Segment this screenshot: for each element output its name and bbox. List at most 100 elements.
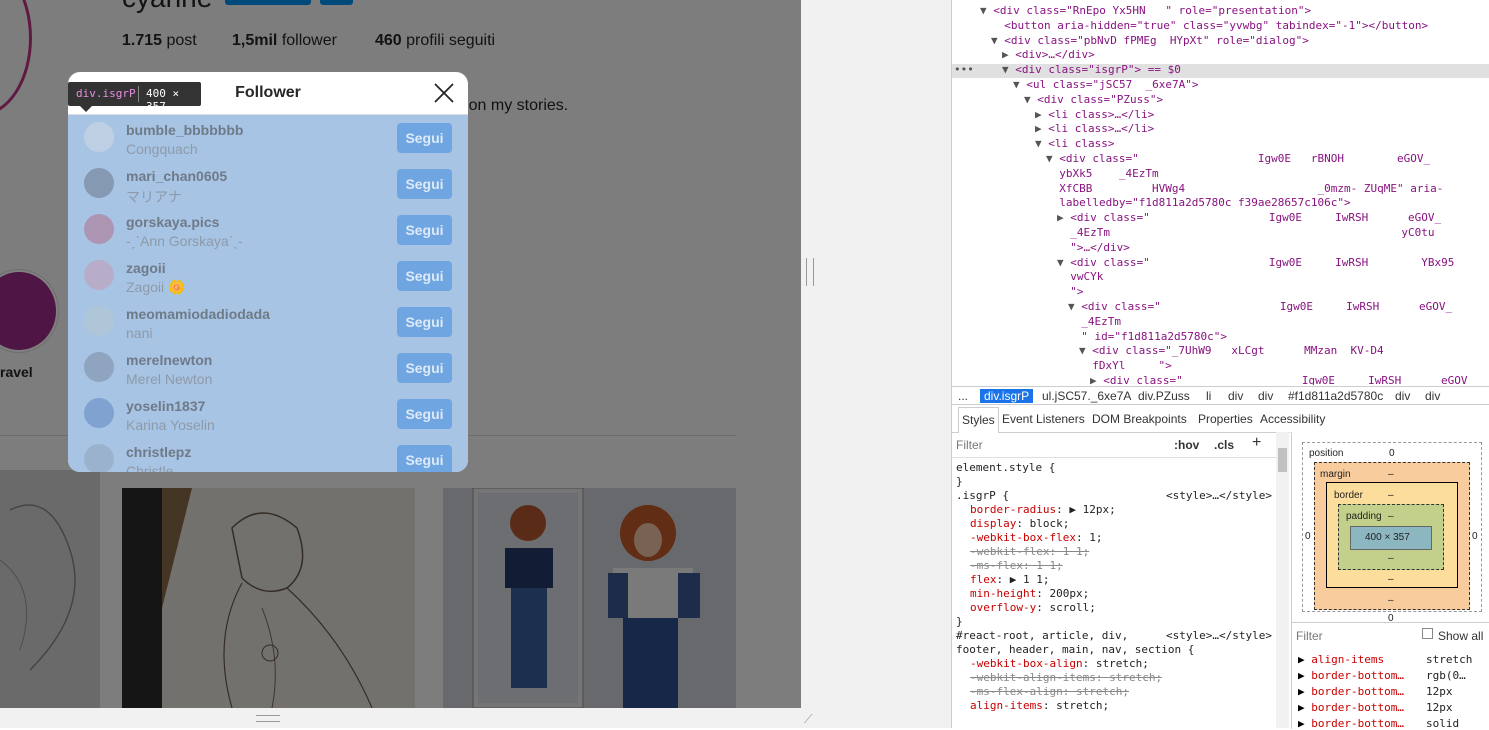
css-property-value[interactable]: stretch;: [1056, 699, 1109, 712]
dom-node-line[interactable]: fDxYl ">: [1079, 359, 1171, 373]
follow-button[interactable]: Segui: [397, 307, 452, 337]
css-property-name[interactable]: flex: [970, 573, 997, 586]
expanded-triangle-icon[interactable]: ▼: [1002, 63, 1015, 76]
computed-property[interactable]: ▶ border-bottom… rgb(0…: [1298, 669, 1466, 682]
breadcrumb-item[interactable]: ul.jSC57._6xe7A: [1042, 389, 1131, 403]
breadcrumb-item[interactable]: #f1d811a2d5780c: [1288, 389, 1383, 403]
breadcrumb-item[interactable]: div.isgrP: [980, 389, 1034, 403]
css-property-value[interactable]: 200px;: [1049, 587, 1089, 600]
expanded-triangle-icon[interactable]: ▼: [1035, 137, 1048, 150]
tab-dom-breakpoints[interactable]: DOM Breakpoints: [1092, 412, 1187, 426]
close-icon[interactable]: [432, 81, 456, 105]
css-property-name[interactable]: -webkit-box-align: [970, 657, 1083, 670]
follower-username[interactable]: christlepz: [126, 444, 191, 460]
avatar[interactable]: [84, 352, 114, 382]
styles-scrollbar[interactable]: [1276, 432, 1289, 728]
css-property-value[interactable]: 1 1;: [1063, 545, 1090, 558]
follower-row[interactable]: gorskaya.pics -ˏˋAnn Gorskayaˊˎ- Segui: [68, 207, 468, 253]
hov-toggle[interactable]: :hov: [1174, 438, 1199, 452]
dom-node-line[interactable]: labelledby="f1d811a2d5780c f39ae28657c10…: [1046, 196, 1350, 210]
dom-node-line[interactable]: ▶ <li class>…</li>: [1035, 108, 1154, 122]
css-property-name[interactable]: -webkit-align-items: [970, 671, 1096, 684]
avatar[interactable]: [84, 444, 114, 472]
follower-row[interactable]: merelnewton Merel Newton Segui: [68, 345, 468, 391]
computed-property[interactable]: ▶ align-items stretch: [1298, 653, 1472, 666]
expanded-triangle-icon[interactable]: ▼: [1068, 300, 1081, 313]
css-property-value[interactable]: 1;: [1089, 531, 1102, 544]
breadcrumb-item[interactable]: ...: [958, 389, 968, 403]
css-property-name[interactable]: -webkit-box-flex: [970, 531, 1076, 544]
expanded-triangle-icon[interactable]: ▼: [1024, 93, 1037, 106]
follower-row[interactable]: christlepz Christle Segui: [68, 437, 468, 472]
follower-row[interactable]: bumble_bbbbbbb Congquach Segui: [68, 115, 468, 161]
collapsed-triangle-icon[interactable]: ▶: [1057, 211, 1070, 224]
breadcrumb-item[interactable]: div.PZuss: [1138, 389, 1190, 403]
css-property-name[interactable]: -webkit-flex: [970, 545, 1049, 558]
node-ellipsis-icon[interactable]: •••: [954, 63, 974, 77]
cls-toggle[interactable]: .cls: [1214, 438, 1234, 452]
horizontal-resize-handle[interactable]: [806, 258, 814, 286]
dom-node-line[interactable]: ▼ <div class=" Igw0E rBNOH eGOV_: [1046, 152, 1430, 166]
collapsed-triangle-icon[interactable]: ▶: [1035, 122, 1048, 135]
css-property-value[interactable]: block;: [1030, 517, 1070, 530]
dom-node-line[interactable]: ▼ <div class="pbNvD fPMEg HYpXt" role="d…: [991, 34, 1309, 48]
css-property-name[interactable]: border-radius: [970, 503, 1056, 516]
expanded-triangle-icon[interactable]: ▼: [991, 34, 1004, 47]
dom-node-line[interactable]: ">: [1057, 285, 1083, 299]
show-all-checkbox[interactable]: [1422, 628, 1433, 639]
dom-node-line[interactable]: ▶ <div>…</div>: [1002, 48, 1095, 62]
dom-node-line[interactable]: ▼ <div class="RnEpo Yx5HN " role="presen…: [980, 4, 1311, 18]
css-property-name[interactable]: display: [970, 517, 1016, 530]
follower-row[interactable]: zagoii Zagoii 🌼 Segui: [68, 253, 468, 299]
expanded-triangle-icon[interactable]: ▼: [1046, 152, 1059, 165]
expanded-triangle-icon[interactable]: ▼: [1013, 78, 1026, 91]
follower-list[interactable]: bumble_bbbbbbb Congquach Segui mari_chan060…: [68, 115, 468, 472]
follow-button[interactable]: Segui: [397, 353, 452, 383]
follow-button[interactable]: Segui: [397, 215, 452, 245]
follower-username[interactable]: bumble_bbbbbbb: [126, 122, 243, 138]
follower-row[interactable]: meomamiodadiodada nani Segui: [68, 299, 468, 345]
expand-triangle-icon[interactable]: ▶: [1298, 669, 1311, 682]
avatar[interactable]: [84, 122, 114, 152]
tab-event-listeners[interactable]: Event Listeners: [1002, 412, 1085, 426]
avatar[interactable]: [84, 306, 114, 336]
follower-row[interactable]: yoselin1837 Karina Yoselin Segui: [68, 391, 468, 437]
css-property-value[interactable]: ▶ 12px;: [1069, 503, 1115, 516]
dom-node-line[interactable]: ▼ <div class=" Igw0E IwRSH YBx95: [1057, 256, 1454, 270]
dom-node-line[interactable]: ▼ <div class="_7UhW9 xLCgt MMzan KV-D4: [1079, 344, 1384, 358]
follow-button[interactable]: Segui: [397, 445, 452, 472]
follower-username[interactable]: zagoii: [126, 260, 166, 276]
css-property-value[interactable]: stretch;: [1096, 657, 1149, 670]
dom-node-line[interactable]: ▶ <div class=" Igw0E IwRSH eGOV_: [1057, 211, 1441, 225]
follow-button[interactable]: Segui: [397, 169, 452, 199]
css-property-name[interactable]: -ms-flex: [970, 559, 1023, 572]
dom-node-line[interactable]: vwCYk: [1057, 270, 1103, 284]
css-property-value[interactable]: scroll;: [1049, 601, 1095, 614]
dom-node-line[interactable]: ▼ <div class="PZuss">: [1024, 93, 1163, 107]
collapsed-triangle-icon[interactable]: ▶: [1035, 108, 1048, 121]
css-property-value[interactable]: ▶ 1 1;: [1010, 573, 1050, 586]
expanded-triangle-icon[interactable]: ▼: [1079, 344, 1092, 357]
computed-property[interactable]: ▶ border-bottom… 12px: [1298, 701, 1453, 714]
dom-node-line[interactable]: ▼ <div class=" Igw0E IwRSH eGOV_: [1068, 300, 1452, 314]
collapsed-triangle-icon[interactable]: ▶: [1090, 374, 1103, 385]
dom-node-line[interactable]: ▼ <div class="isgrP"> == $0: [1002, 63, 1181, 77]
expanded-triangle-icon[interactable]: ▼: [1057, 256, 1070, 269]
follower-username[interactable]: merelnewton: [126, 352, 212, 368]
follow-button[interactable]: Segui: [397, 261, 452, 291]
dom-node-line[interactable]: <button aria-hidden="true" class="yvwbg"…: [991, 19, 1428, 33]
follower-username[interactable]: gorskaya.pics: [126, 214, 219, 230]
css-property-value[interactable]: 1 1;: [1036, 559, 1063, 572]
avatar[interactable]: [84, 260, 114, 290]
vertical-resize-handle[interactable]: [256, 715, 280, 722]
css-source-link[interactable]: <style>…</style>: [1166, 489, 1272, 503]
dom-node-line[interactable]: ">…</div>: [1057, 241, 1130, 255]
dom-node-line[interactable]: ▼ <li class>: [1035, 137, 1114, 151]
follower-username[interactable]: mari_chan0605: [126, 168, 227, 184]
new-rule-button[interactable]: +: [1252, 434, 1261, 452]
expand-triangle-icon[interactable]: ▶: [1298, 717, 1311, 730]
breadcrumb-item[interactable]: div: [1228, 389, 1243, 403]
css-property-value[interactable]: stretch;: [1109, 671, 1162, 684]
avatar[interactable]: [84, 214, 114, 244]
expanded-triangle-icon[interactable]: ▼: [980, 4, 993, 17]
